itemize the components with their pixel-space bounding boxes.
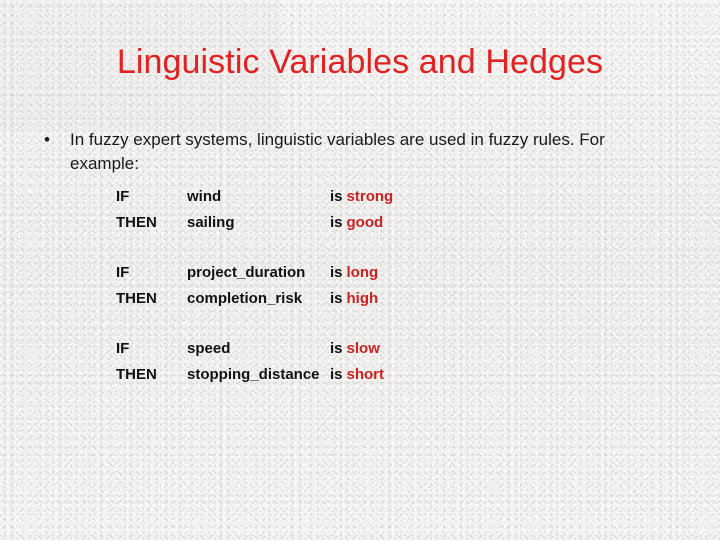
rule-predicate: is high [330,286,378,312]
rule-list: IF wind is strong THEN sailing is good IF … [116,184,516,388]
rule-is-word: is [330,264,343,281]
rule-predicate: is strong [330,184,393,210]
rule-is-word: is [330,366,343,383]
rule-group: IF project_duration is long THEN completi… [116,260,516,312]
rule-predicate: is slow [330,336,380,362]
rule-hedge-term: long [346,264,379,281]
bullet-text: In fuzzy expert systems, linguistic vari… [70,130,605,173]
rule-variable: wind [187,188,222,205]
rule-is-word: is [330,340,343,357]
rule-predicate: is long [330,260,378,286]
rule-variable: completion_risk [187,290,303,307]
rule-group: IF speed is slow THEN stopping_distance i… [116,336,516,388]
rule-keyword: THEN [116,214,157,231]
rule-predicate: is good [330,210,383,236]
rule-hedge-term: strong [346,188,394,205]
rule-consequent-line: THEN stopping_distance is short [116,362,516,388]
rule-predicate: is short [330,362,384,388]
rule-keyword: IF [116,340,130,357]
rule-antecedent-line: IF wind is strong [116,184,516,210]
rule-keyword: IF [116,264,130,281]
rule-keyword: THEN [116,290,157,307]
rule-variable: sailing [187,214,235,231]
bullet-marker-icon: • [44,130,50,149]
page-title: Linguistic Variables and Hedges [116,43,604,81]
rule-group: IF wind is strong THEN sailing is good [116,184,516,236]
bullet-paragraph: • In fuzzy expert systems, linguistic va… [44,128,656,176]
rule-antecedent-line: IF speed is slow [116,336,516,362]
rule-variable: stopping_distance [187,366,320,383]
rule-consequent-line: THEN sailing is good [116,210,516,236]
rule-hedge-term: slow [346,340,380,357]
slide-canvas: Linguistic Variables and Hedges • In fuz… [0,0,720,540]
rule-is-word: is [330,214,343,231]
rule-variable: project_duration [187,264,306,281]
rule-is-word: is [330,290,343,307]
rule-consequent-line: THEN completion_risk is high [116,286,516,312]
rule-variable: speed [187,340,231,357]
rule-hedge-term: good [346,214,384,231]
rule-is-word: is [330,188,343,205]
rule-antecedent-line: IF project_duration is long [116,260,516,286]
rule-hedge-term: short [346,366,385,383]
rule-keyword: THEN [116,366,157,383]
rule-hedge-term: high [346,290,379,307]
rule-keyword: IF [116,188,130,205]
